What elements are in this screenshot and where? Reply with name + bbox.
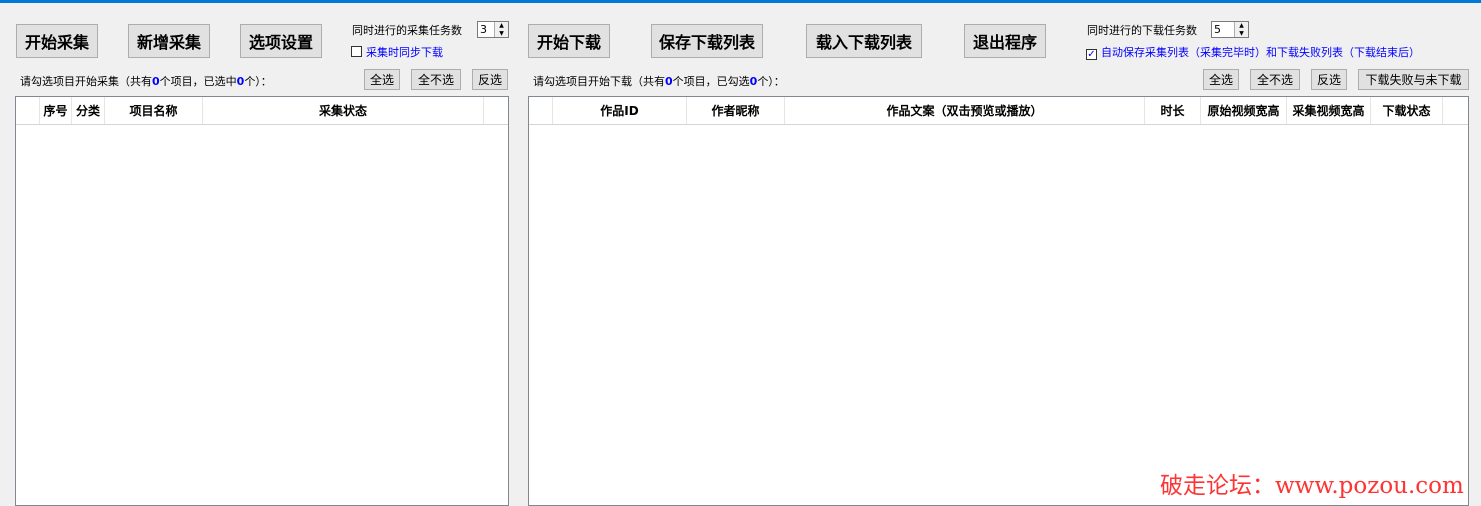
download-concurrency-label: 同时进行的下载任务数 xyxy=(1087,24,1197,37)
download-table-header: 作品ID 作者昵称 作品文案（双击预览或播放） 时长 原始视频宽高 采集视频宽高… xyxy=(529,97,1468,125)
download-concurrency-spinner[interactable]: 5 ▲ ▼ xyxy=(1211,21,1249,38)
download-col-work-id[interactable]: 作品ID xyxy=(553,97,687,124)
download-col-author[interactable]: 作者昵称 xyxy=(687,97,785,124)
collect-status-middle: 个项目，已选中 xyxy=(159,75,237,88)
exit-program-button[interactable]: 退出程序 xyxy=(964,24,1046,58)
download-col-filler xyxy=(1443,97,1468,124)
download-status-prefix: 请勾选项目开始下载（共有 xyxy=(533,75,665,88)
download-table[interactable]: 作品ID 作者昵称 作品文案（双击预览或播放） 时长 原始视频宽高 采集视频宽高… xyxy=(528,96,1469,506)
collect-table-header: 序号 分类 项目名称 采集状态 xyxy=(16,97,508,125)
collect-total-count: 0 xyxy=(152,75,160,88)
download-col-caption[interactable]: 作品文案（双击预览或播放） xyxy=(785,97,1145,124)
collect-status-text: 请勾选项目开始采集（共有0个项目，已选中0个）： xyxy=(20,73,272,89)
autosave-checkbox[interactable]: ✓ xyxy=(1086,49,1097,60)
add-collect-button[interactable]: 新增采集 xyxy=(128,24,210,58)
download-status-text: 请勾选项目开始下载（共有0个项目，已勾选0个）： xyxy=(533,73,785,89)
collect-col-index[interactable]: 序号 xyxy=(40,97,72,124)
start-collect-button[interactable]: 开始采集 xyxy=(16,24,98,58)
download-col-collected-size[interactable]: 采集视频宽高 xyxy=(1287,97,1371,124)
download-status-suffix: 个）： xyxy=(757,75,785,88)
download-status-middle: 个项目，已勾选 xyxy=(672,75,750,88)
sync-download-checkbox[interactable] xyxy=(351,46,362,57)
collect-col-filler xyxy=(484,97,508,124)
site-watermark: 破走论坛：www.pozou.com xyxy=(1160,473,1464,499)
spinner-arrows[interactable]: ▲ ▼ xyxy=(494,22,508,37)
collect-select-all-button[interactable]: 全选 xyxy=(364,69,400,90)
window-top-border xyxy=(0,0,1481,3)
sync-download-label: 采集时同步下载 xyxy=(366,46,443,59)
load-download-list-button[interactable]: 载入下载列表 xyxy=(806,24,922,58)
download-select-none-button[interactable]: 全不选 xyxy=(1250,69,1300,90)
download-col-check[interactable] xyxy=(529,97,553,124)
spinner-arrows[interactable]: ▲ ▼ xyxy=(1234,22,1248,37)
collect-select-none-button[interactable]: 全不选 xyxy=(411,69,461,90)
save-download-list-button[interactable]: 保存下载列表 xyxy=(651,24,763,58)
autosave-option[interactable]: ✓ 自动保存采集列表（采集完毕时）和下载失败列表（下载结束后） xyxy=(1086,44,1420,60)
spinner-up-icon[interactable]: ▲ xyxy=(1235,22,1248,30)
collect-concurrency-value[interactable]: 3 xyxy=(478,22,494,37)
start-download-button[interactable]: 开始下载 xyxy=(528,24,610,58)
collect-table[interactable]: 序号 分类 项目名称 采集状态 xyxy=(15,96,509,506)
download-col-status[interactable]: 下载状态 xyxy=(1371,97,1443,124)
collect-concurrency-label: 同时进行的采集任务数 xyxy=(352,24,462,37)
sync-download-option[interactable]: 采集时同步下载 xyxy=(351,44,443,60)
options-settings-button[interactable]: 选项设置 xyxy=(240,24,322,58)
collect-status-prefix: 请勾选项目开始采集（共有 xyxy=(20,75,152,88)
spinner-down-icon[interactable]: ▼ xyxy=(1235,30,1248,38)
download-total-count: 0 xyxy=(665,75,673,88)
collect-col-status[interactable]: 采集状态 xyxy=(203,97,484,124)
collect-col-project-name[interactable]: 项目名称 xyxy=(105,97,203,124)
collect-status-suffix: 个）： xyxy=(244,75,272,88)
spinner-down-icon[interactable]: ▼ xyxy=(495,30,508,38)
download-col-original-size[interactable]: 原始视频宽高 xyxy=(1201,97,1287,124)
download-invert-button[interactable]: 反选 xyxy=(1311,69,1347,90)
download-col-duration[interactable]: 时长 xyxy=(1145,97,1201,124)
collect-invert-button[interactable]: 反选 xyxy=(472,69,508,90)
collect-col-check[interactable] xyxy=(16,97,40,124)
download-concurrency-value[interactable]: 5 xyxy=(1212,22,1234,37)
spinner-up-icon[interactable]: ▲ xyxy=(495,22,508,30)
collect-concurrency-spinner[interactable]: 3 ▲ ▼ xyxy=(477,21,509,38)
collect-col-category[interactable]: 分类 xyxy=(72,97,105,124)
download-select-all-button[interactable]: 全选 xyxy=(1203,69,1239,90)
download-failed-undownloaded-button[interactable]: 下载失败与未下载 xyxy=(1358,69,1469,90)
autosave-label: 自动保存采集列表（采集完毕时）和下载失败列表（下载结束后） xyxy=(1101,46,1420,59)
